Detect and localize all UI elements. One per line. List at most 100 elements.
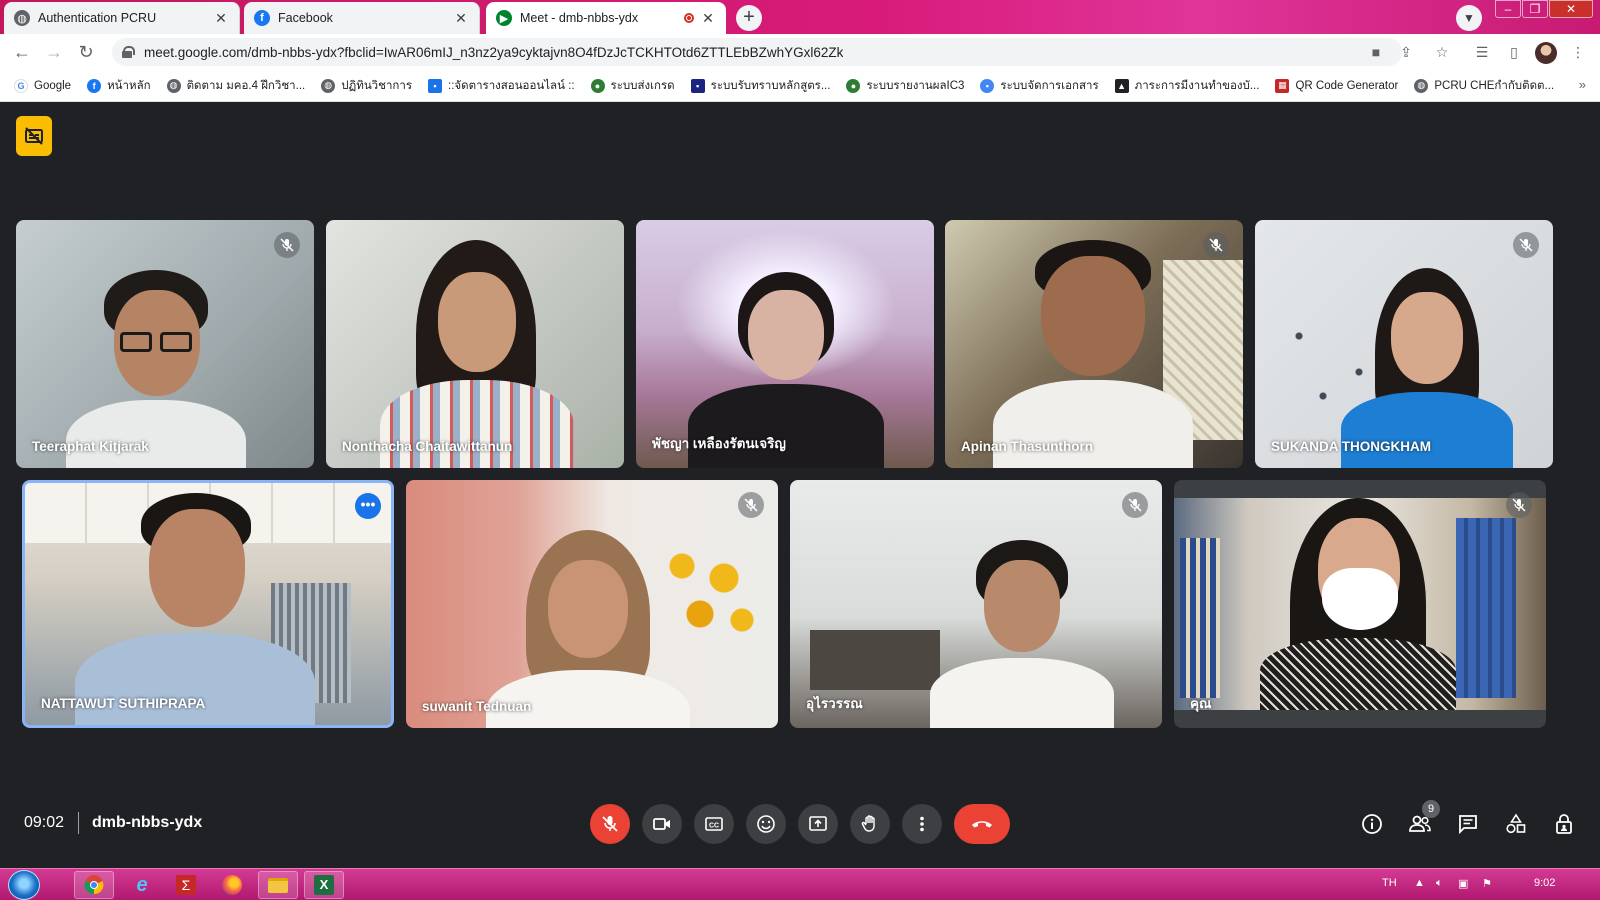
bookmark-google[interactable]: G Google [14,78,71,93]
participant-tile[interactable]: Nonthacha Chaitawittanun [326,220,624,468]
input-language[interactable]: TH [1382,877,1397,889]
participant-tile[interactable]: พัชญา เหลืองรัตนเจริญ [636,220,934,468]
camera-in-use-icon[interactable]: ■ [1366,42,1386,62]
close-tab-icon[interactable]: ✕ [700,10,716,26]
bookmark-employment[interactable]: ▲ ภาระการมีงานทำของบั... [1114,77,1259,95]
chat-button[interactable] [1452,808,1484,840]
kebab-menu-icon [920,816,924,832]
forward-arrow-icon[interactable]: → [42,40,66,64]
windows-start-button[interactable] [8,870,40,900]
participant-tile-speaking[interactable]: ••• NATTAWUT SUTHIPRAPA [22,480,394,728]
host-controls-button[interactable] [1548,808,1580,840]
participant-tile-self[interactable]: คุณ [1174,480,1546,728]
globe-icon: ◍ [321,78,336,93]
more-options-button[interactable] [902,804,942,844]
captions-button[interactable]: CC [694,804,734,844]
hand-icon [861,815,875,832]
tab-search-chevron-icon[interactable]: ▼ [1456,5,1482,31]
taskbar-internet-explorer[interactable]: e [122,871,162,899]
bookmark-documents[interactable]: ▪ ระบบจัดการเอกสาร [980,77,1099,95]
camera-button[interactable] [642,804,682,844]
reload-icon[interactable]: ↻ [74,40,98,64]
close-tab-icon[interactable]: ✕ [213,10,229,26]
folder-icon [268,877,288,893]
raise-hand-button[interactable] [850,804,890,844]
svg-text:CC: CC [709,823,719,830]
emoji-icon [757,815,775,833]
muted-mic-icon [1513,232,1539,258]
participant-name: Apinan Thasunthorn [961,439,1093,454]
tab-meet[interactable]: ▶ Meet - dmb-nbbs-ydx ✕ [486,2,726,34]
recording-icon [684,13,694,23]
university-seal-icon: ● [590,78,605,93]
participant-tile[interactable]: suwanit Tednuan [406,480,778,728]
bookmark-pcru-che[interactable]: ◍ PCRU CHEกำกับติดต... [1414,77,1554,95]
bookmark-home[interactable]: f หน้าหลัก [87,77,151,95]
tab-facebook[interactable]: f Facebook ✕ [244,2,480,34]
info-icon [1362,814,1382,834]
globe-icon: ◍ [14,10,30,26]
profile-avatar[interactable] [1535,42,1557,64]
taskbar-app-sigma[interactable]: Σ [166,871,206,899]
graduation-cap-icon: ▲ [1114,78,1129,93]
microphone-off-button[interactable] [590,804,630,844]
taskbar-excel[interactable]: X [304,871,344,899]
bookmark-curriculum[interactable]: ▪ ระบบรับทราบหลักสูตร... [690,77,830,95]
close-tab-icon[interactable]: ✕ [453,10,469,26]
present-screen-button[interactable] [798,804,838,844]
new-tab-button[interactable]: + [736,5,762,31]
participant-tile[interactable]: Apinan Thasunthorn [945,220,1243,468]
sigma-app-icon: Σ [176,875,196,895]
muted-mic-icon [1203,232,1229,258]
meeting-code: dmb-nbbs-ydx [92,814,203,831]
close-window-icon[interactable]: ✕ [1549,0,1593,18]
meeting-details-button[interactable] [1356,808,1388,840]
bookmark-ic3[interactable]: ● ระบบรายงานผลIC3 [846,77,964,95]
participant-name: พัชญา เหลืองรัตนเจริญ [652,436,786,451]
share-icon[interactable]: ⇪ [1396,42,1416,62]
more-options-icon[interactable]: ••• [355,493,381,519]
qr-code-icon: ▦ [1275,78,1290,93]
meet-control-bar: 09:02 dmb-nbbs-ydx CC 9 [0,790,1600,868]
system-clock[interactable]: 9:02 [1534,877,1555,889]
participant-tile[interactable]: SUKANDA THONGKHAM [1255,220,1553,468]
google-icon: G [14,78,28,93]
excel-icon: X [314,875,334,895]
taskbar-chrome[interactable] [74,871,114,899]
bookmark-calendar[interactable]: ◍ ปฏิทินวิชาการ [321,77,412,95]
che-logo-icon: ▪ [690,78,705,93]
bookmark-qr-code[interactable]: ▦ QR Code Generator [1275,78,1398,93]
taskbar-file-explorer[interactable] [258,871,298,899]
leave-call-button[interactable] [954,804,1010,844]
tab-authentication[interactable]: ◍ Authentication PCRU ✕ [4,2,240,34]
taskbar-firefox[interactable] [212,871,252,899]
captions-off-icon[interactable] [16,116,52,156]
bookmark-star-icon[interactable]: ☆ [1432,42,1452,62]
participant-name: Teeraphat Kitjarak [32,439,149,454]
participant-tile[interactable]: Teeraphat Kitjarak [16,220,314,468]
facebook-icon: f [87,78,102,93]
more-bookmarks-icon[interactable]: » [1579,77,1586,92]
activities-button[interactable] [1500,808,1532,840]
back-arrow-icon[interactable]: ← [10,40,34,64]
reading-list-icon[interactable]: ☰ [1472,42,1492,62]
kebab-menu-icon[interactable]: ⋮ [1568,42,1588,62]
bookmark-grades[interactable]: ● ระบบส่งเกรด [590,77,675,95]
reactions-button[interactable] [746,804,786,844]
bookmark-timetable[interactable]: ▪ ::จัดตารางสอนออนไลน์ :: [428,77,575,95]
present-screen-icon [809,816,827,831]
browser-toolbar: ← → ↻ meet.google.com/dmb-nbbs-ydx?fbcli… [0,34,1600,70]
volume-icon[interactable]: 🔈︎ [1436,877,1443,890]
network-icon[interactable]: ▣ [1458,877,1468,890]
participant-tile[interactable]: อุไรวรรณ [790,480,1162,728]
browser-tab-strip: ◍ Authentication PCRU ✕ f Facebook ✕ ▶ M… [0,0,1600,34]
show-hidden-icons-icon[interactable]: ▲ [1414,877,1425,889]
minimize-icon[interactable]: – [1495,0,1521,18]
bookmark-follow-up[interactable]: ◍ ติดตาม มคอ.4 ฝึกวิชา... [166,77,305,95]
action-center-flag-icon[interactable]: ⚑ [1482,877,1492,890]
participant-name: NATTAWUT SUTHIPRAPA [41,696,206,711]
side-panel-icon[interactable]: ▯ [1504,42,1524,62]
windows-taskbar: e Σ X TH ▲ 🔈︎ ▣ ⚑ 9:02 [0,868,1600,900]
address-bar[interactable]: meet.google.com/dmb-nbbs-ydx?fbclid=IwAR… [112,38,1402,66]
maximize-icon[interactable]: ❐ [1522,0,1548,18]
